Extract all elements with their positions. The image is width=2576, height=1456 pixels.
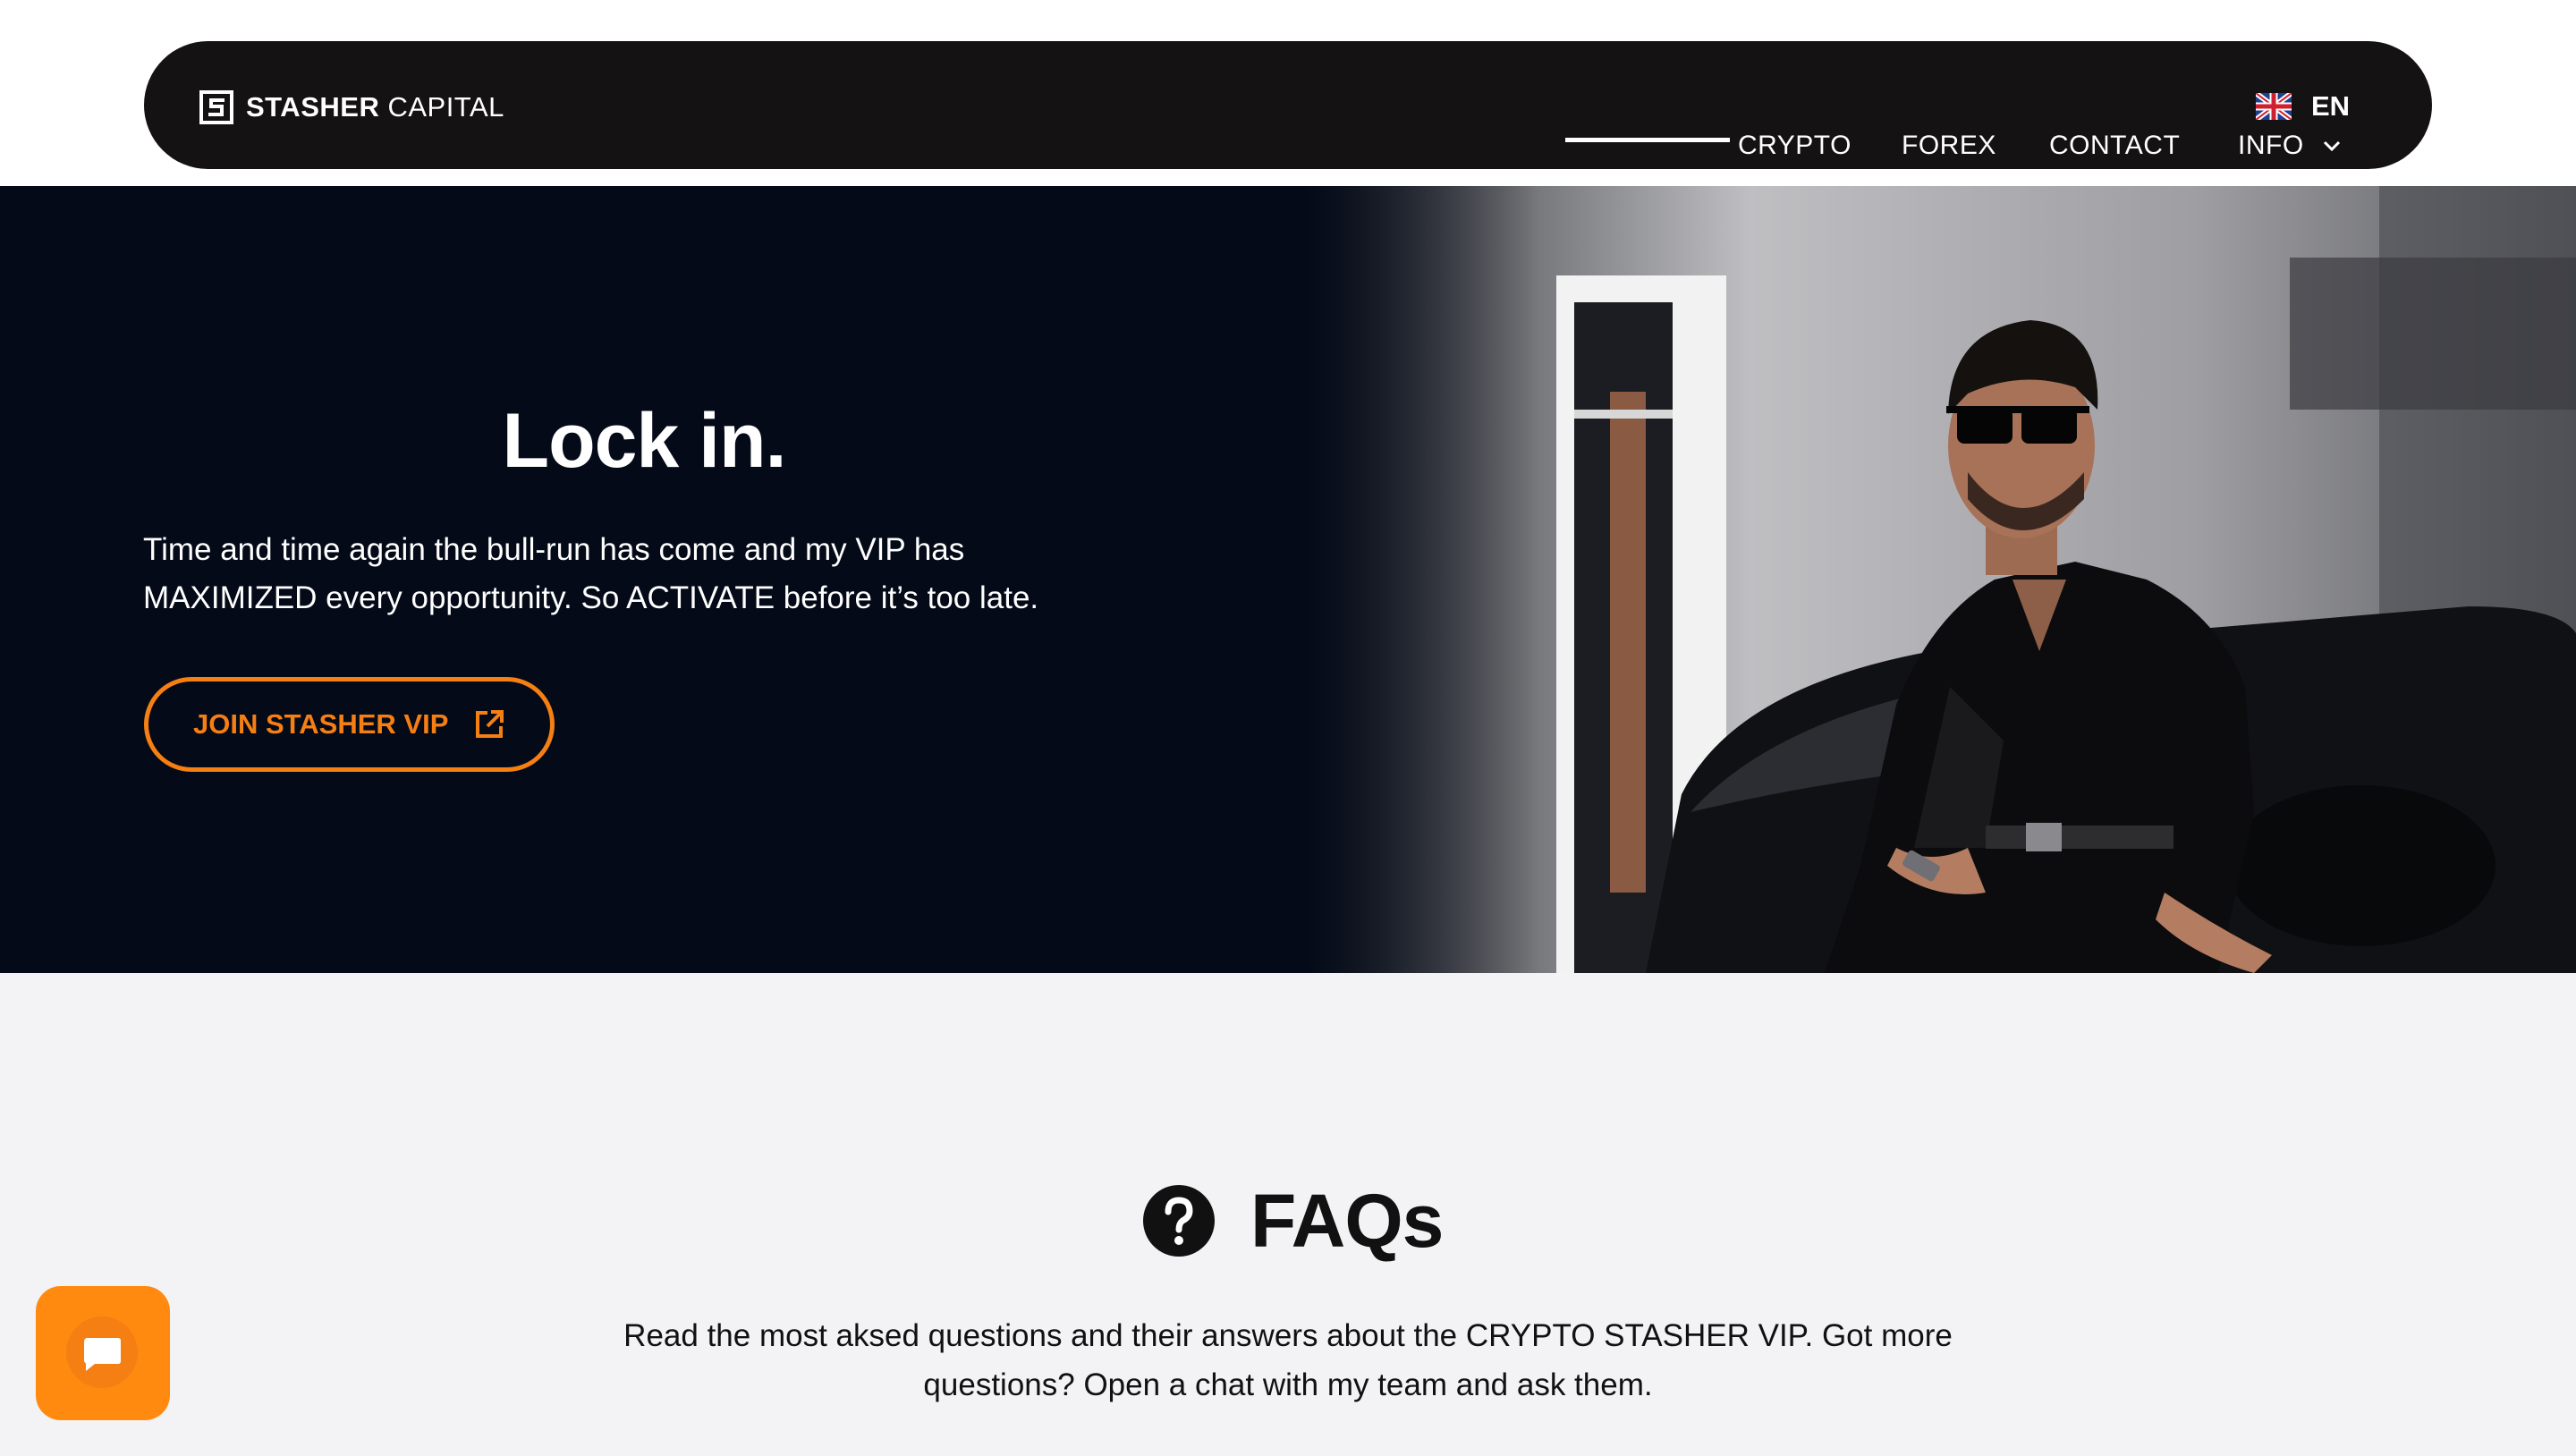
active-nav-indicator [1565,138,1730,142]
hero-photo [1306,186,2576,973]
nav-item-crypto[interactable]: CRYPTO [1738,127,1852,165]
faq-description: Read the most aksed questions and their … [528,1311,2048,1409]
brand-name-bold: STASHER [246,91,380,123]
hero-description-line-2: MAXIMIZED every opportunity. So ACTIVATE… [143,580,1039,615]
faq-description-line-2: questions? Open a chat with my team and … [923,1367,1653,1402]
brand-logo[interactable]: STASHER CAPITAL [199,89,504,125]
join-vip-label: JOIN STASHER VIP [193,708,449,740]
faq-description-line-1: Read the most aksed questions and their … [623,1318,1953,1353]
chat-bubble-icon [66,1316,138,1388]
uk-flag-icon [2256,93,2292,120]
stasher-logo-icon [199,90,233,124]
question-circle-icon [1143,1185,1215,1257]
chevron-down-icon [2323,140,2340,152]
hero-description: Time and time again the bull-run has com… [143,526,1127,622]
brand-name: STASHER CAPITAL [246,91,504,123]
hero-section: Lock in. Time and time again the bull-ru… [0,186,2576,973]
nav-item-info[interactable]: INFO [2238,127,2342,165]
join-vip-button[interactable]: JOIN STASHER VIP [144,677,555,772]
navbar: STASHER CAPITAL CRYPTO FOREX CONTACT INF… [144,41,2432,169]
hero-title: Lock in. [502,398,787,484]
brand-name-light: CAPITAL [387,91,504,123]
page: STASHER CAPITAL CRYPTO FOREX CONTACT INF… [0,0,2576,1456]
header-band: STASHER CAPITAL CRYPTO FOREX CONTACT INF… [0,0,2576,186]
nav-item-contact[interactable]: CONTACT [2049,127,2180,165]
faq-title: FAQs [1250,1178,1444,1263]
nav-item-info-label: INFO [2238,131,2304,160]
chat-launcher-button[interactable] [36,1286,170,1420]
faq-header: FAQs [1143,1179,1444,1263]
nav-item-forex[interactable]: FOREX [1902,127,1996,165]
language-code: EN [2311,90,2351,122]
external-link-icon [476,710,504,738]
hero-description-line-1: Time and time again the bull-run has com… [143,532,965,567]
language-selector[interactable]: EN [2256,89,2350,124]
